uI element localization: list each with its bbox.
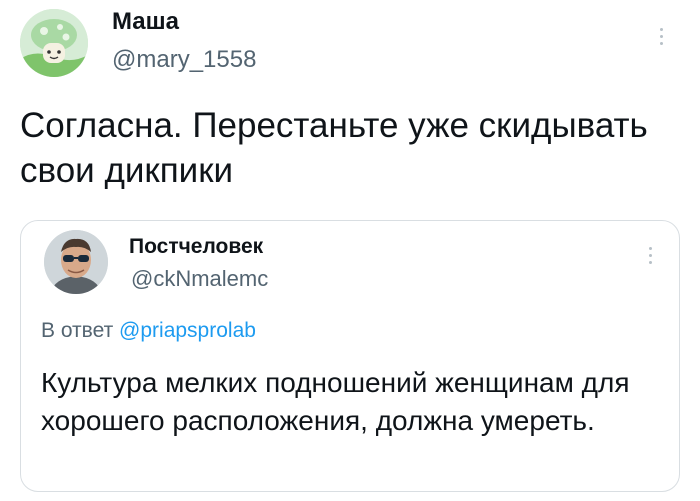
mushroom-avatar-icon xyxy=(20,9,88,77)
quoted-author-handle[interactable]: @ckNmalemc xyxy=(131,266,268,292)
more-options-icon[interactable] xyxy=(657,28,665,50)
quoted-more-options-icon[interactable] xyxy=(646,247,654,269)
author-name[interactable]: Маша xyxy=(112,8,179,36)
author-handle[interactable]: @mary_1558 xyxy=(112,46,256,74)
quoted-tweet[interactable]: Постчеловек @ckNmalemc В ответ @priapspr… xyxy=(20,220,680,492)
quoted-author-avatar[interactable] xyxy=(44,230,108,294)
reply-to-link[interactable]: @priapsprolab xyxy=(119,319,256,342)
man-sunglasses-avatar-icon xyxy=(44,230,108,294)
quoted-author-name[interactable]: Постчеловек xyxy=(129,235,263,259)
reply-prefix: В ответ xyxy=(41,319,114,342)
quoted-tweet-text: Культура мелких подношений женщинам для … xyxy=(41,367,630,436)
author-avatar[interactable] xyxy=(20,9,88,77)
reply-context: В ответ @priapsprolab xyxy=(41,319,256,343)
tweet-text: Согласна. Перестаньте уже скидывать свои… xyxy=(20,106,648,190)
